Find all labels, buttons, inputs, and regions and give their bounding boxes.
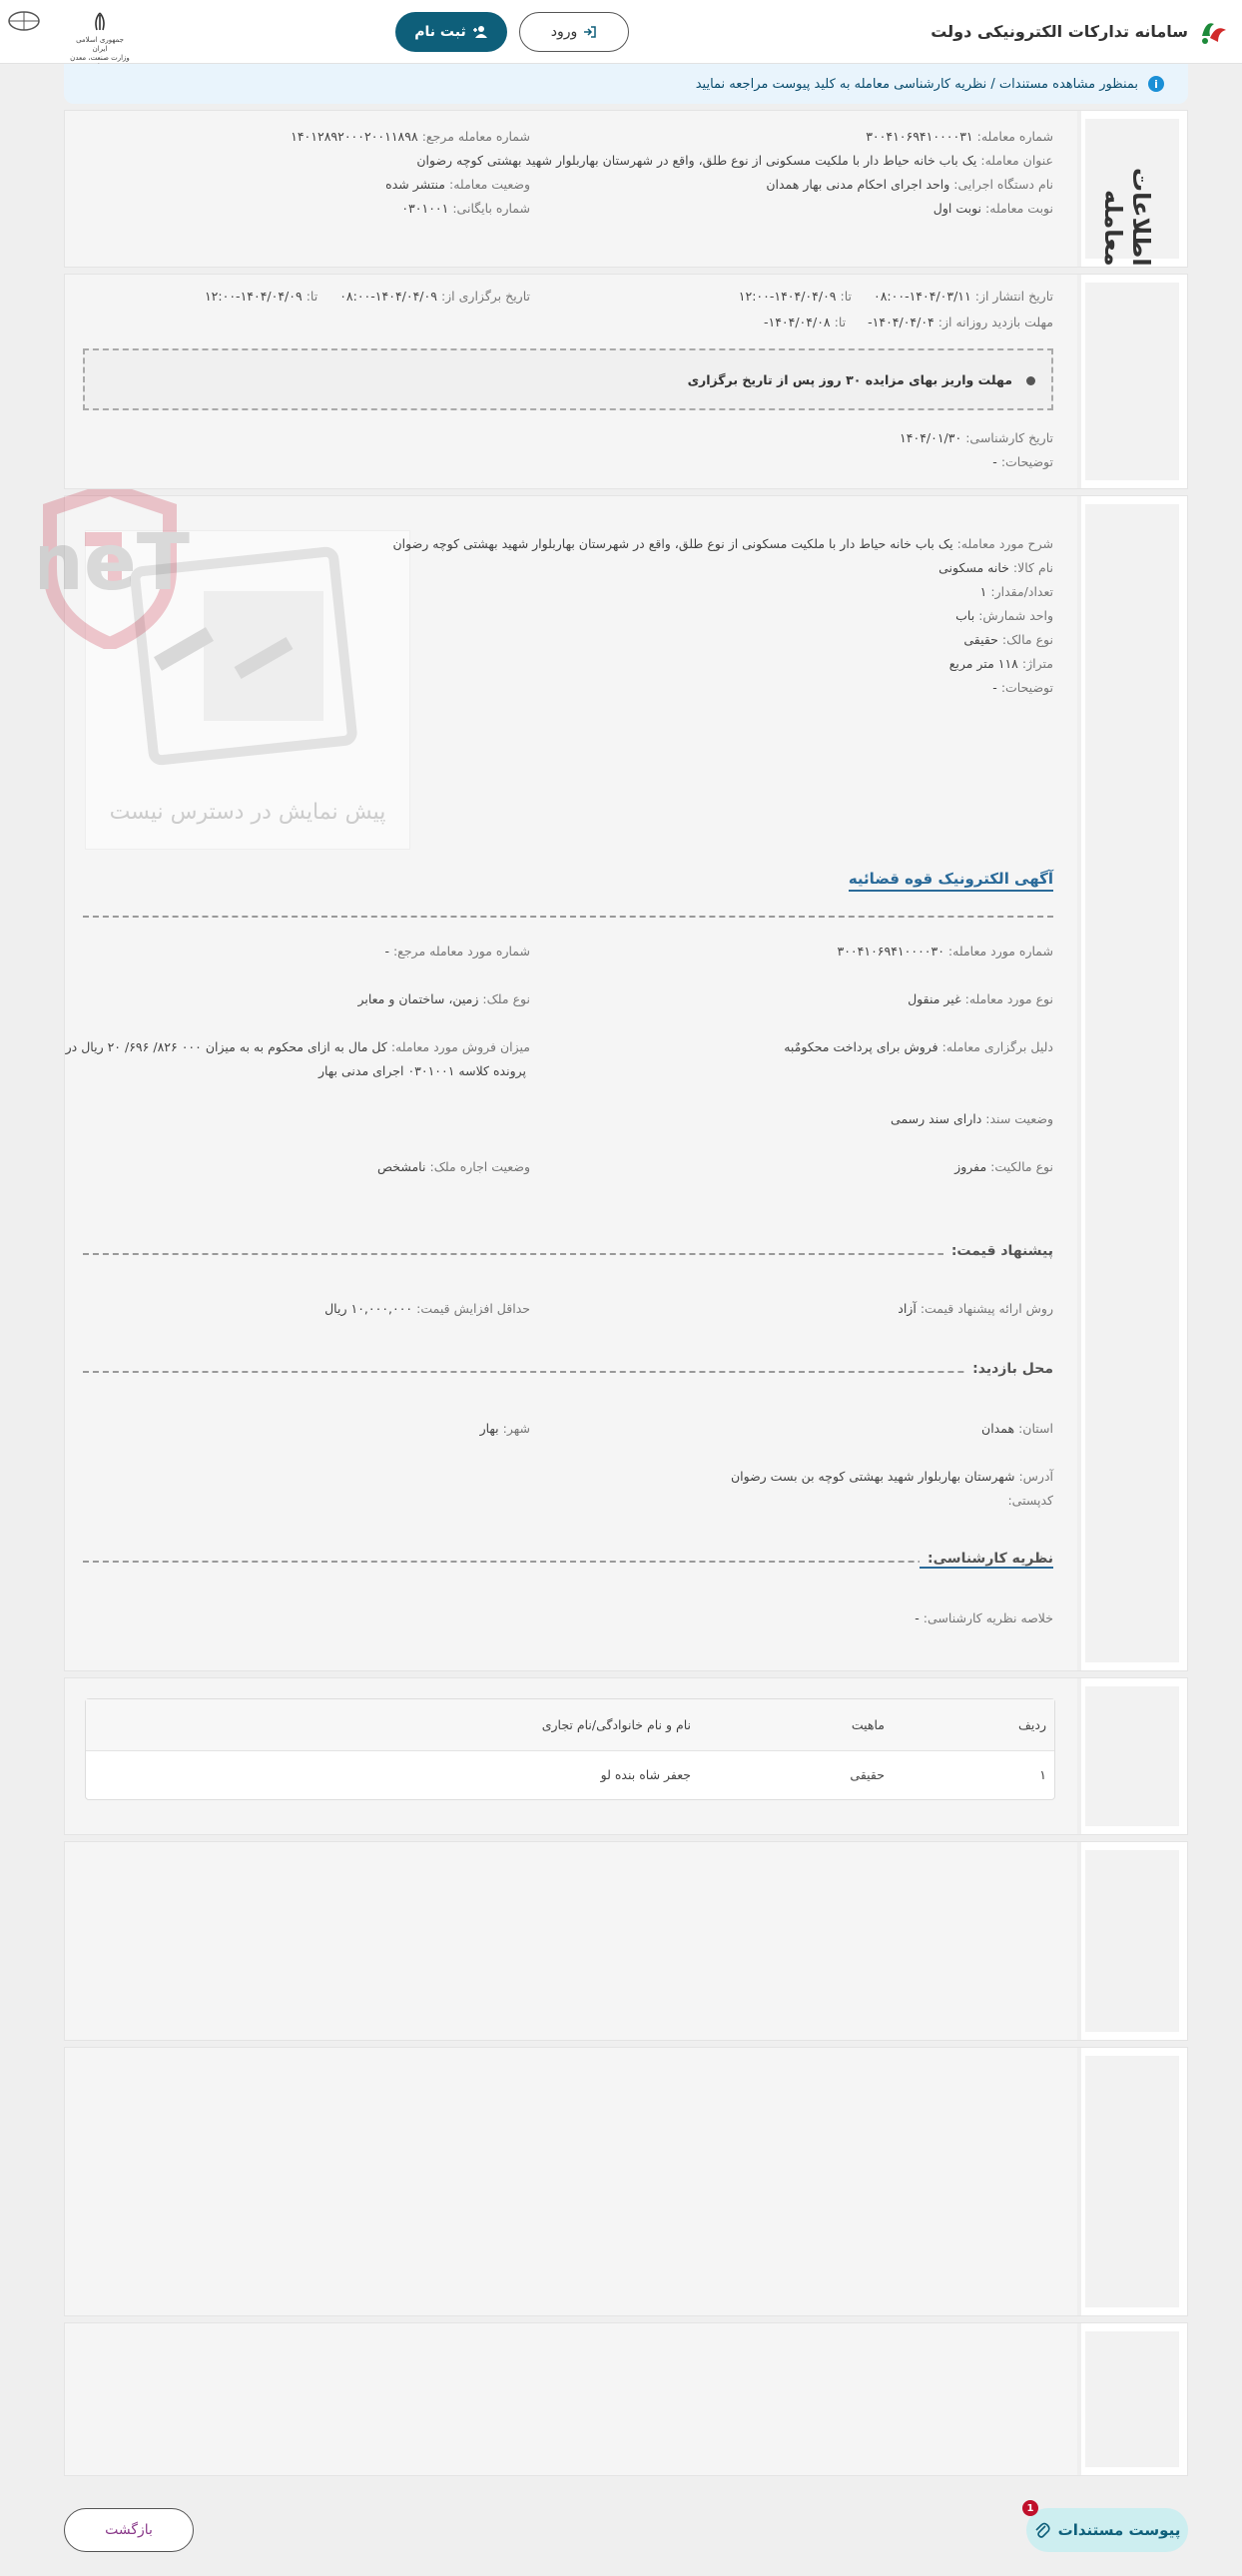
dates-description: توضیحات:- <box>992 454 1053 469</box>
bullet-icon <box>1026 376 1035 385</box>
top-header: سامانه تدارکات الکترونیکی دولت ثبت نام و… <box>0 0 1242 71</box>
ad-ownership: نوع مالکیت:مفروز <box>954 1159 1053 1174</box>
ad-title: آگهی الکترونیک قوه قضائیه <box>848 870 1053 892</box>
notice-text: بمنظور مشاهده مستندات / نظریه کارشناسی م… <box>695 76 1138 92</box>
ref-number: شماره معامله مرجع:۱۴۰۱۲۸۹۲۰۰۰۲۰۰۱۱۸۹۸ <box>291 129 530 144</box>
login-icon <box>584 26 597 38</box>
deposit-note-box: مهلت واریز بهای مزایده ۳۰ روز پس از تاری… <box>83 348 1053 410</box>
visit-title: محل بازدید: <box>964 1361 1053 1377</box>
col-header-type: ماهیت <box>851 1717 885 1732</box>
image-preview-placeholder: پیش نمایش در دسترس نیست <box>85 530 410 850</box>
ad-doc-status: وضعیت سند:دارای سند رسمی <box>891 1111 1053 1126</box>
expert-title: نظریه کارشناسی: <box>920 1551 1053 1569</box>
visit-dates: مهلت بازدید روزانه از:۱۴۰۴/۰۴/۰۴-تا:۱۴۰۴… <box>763 315 1053 329</box>
deal-info-section: اطلاعات معامله شماره معامله:۳۰۰۴۱۰۶۹۴۱۰۰… <box>64 110 1188 268</box>
item-description: شرح مورد معامله:یک باب خانه حیاط دار با … <box>392 536 1054 551</box>
login-button[interactable]: ورود <box>519 12 629 52</box>
ad-ref-item: شماره مورد معامله مرجع:- <box>384 944 530 959</box>
info-notice: i بمنظور مشاهده مستندات / نظریه کارشناسی… <box>64 64 1188 104</box>
item-section: پیش نمایش در دسترس نیست شرح مورد معامله:… <box>64 495 1188 1671</box>
visit-postal: کدپستی: <box>1007 1493 1053 1508</box>
visit-province: استان:همدان <box>981 1421 1053 1436</box>
cell-row-number: ۱ <box>1039 1767 1046 1782</box>
item-notes: توضیحات:- <box>992 680 1053 695</box>
col-header-row: ردیف <box>1017 1717 1046 1732</box>
item-quantity: تعداد/مقدار:۱ <box>979 584 1053 599</box>
no-preview-text: پیش نمایش در دسترس نیست <box>109 800 386 825</box>
info-icon: i <box>1148 76 1164 92</box>
brand[interactable]: سامانه تدارکات الکترونیکی دولت <box>931 14 1230 48</box>
item-area: متراژ:۱۱۸ متر مربع <box>948 656 1053 671</box>
empty-section-3 <box>64 2322 1188 2476</box>
deal-status: وضعیت معامله:منتشر شده <box>385 177 530 192</box>
ad-prop-type: نوع ملک:زمین، ساختمان و معابر <box>357 991 530 1006</box>
visit-address: آدرس:شهرستان بهاربلوار شهید بهشتی کوچه ب… <box>730 1469 1053 1484</box>
price-title: پیشنهاد قیمت: <box>942 1243 1053 1259</box>
ministry-logo: جمهوری اسلامی ایران وزارت صنعت، معدن و ت… <box>70 10 130 71</box>
paperclip-icon <box>1035 2522 1050 2538</box>
empty-section-2 <box>64 2047 1188 2316</box>
deal-title: عنوان معامله:یک باب خانه حیاط دار با ملک… <box>416 153 1053 168</box>
parties-section: ردیف ماهیت نام و نام خانوادگی/نام تجاری … <box>64 1677 1188 1835</box>
register-label: ثبت نام <box>414 24 466 40</box>
empty-section-1 <box>64 1841 1188 2041</box>
dates-section: تاریخ انتشار از:۱۴۰۴/۰۳/۱۱-۰۸:۰۰تا:۱۴۰۴/… <box>64 274 1188 489</box>
expert-summary: خلاصه نظریه کارشناسی:- <box>915 1610 1053 1625</box>
back-label: بازگشت <box>105 2522 153 2538</box>
login-label: ورود <box>550 24 578 40</box>
min-increase: حداقل افزایش قیمت:۱۰,۰۰۰,۰۰۰ ریال <box>324 1301 530 1316</box>
archive-number: شماره بایگانی:۰۳۰۱۰۰۱ <box>401 201 530 216</box>
attachments-button[interactable]: 1 پیوست مستندات <box>1022 2500 1188 2552</box>
col-header-name: نام و نام خانوادگی/نام تجاری <box>541 1717 691 1732</box>
owner-type: نوع مالک:حقیقی <box>963 632 1053 647</box>
back-button[interactable]: بازگشت <box>64 2508 194 2552</box>
ad-sale-amount-line2: پرونده کلاسه ۰۳۰۱۰۰۱ اجرای مدنی بهار <box>317 1063 526 1078</box>
visit-city: شهر:بهار <box>479 1421 530 1436</box>
cell-name: جعفر شاه بنده لو <box>600 1767 691 1782</box>
deposit-note: مهلت واریز بهای مزایده ۳۰ روز پس از تاری… <box>687 372 1012 387</box>
attachments-count-badge: 1 <box>1022 2500 1038 2516</box>
setad-logo-icon <box>1202 23 1226 44</box>
ad-reason: دلیل برگزاری معامله:فروش برای پرداخت محک… <box>784 1039 1053 1054</box>
add-user-icon <box>472 26 487 38</box>
goods-name: نام کالا:خانه مسکونی <box>938 560 1053 575</box>
attachments-label: پیوست مستندات <box>1057 2521 1181 2539</box>
expert-date: تاریخ کارشناسی:۱۴۰۴/۰۱/۳۰ <box>900 430 1053 445</box>
publish-dates: تاریخ انتشار از:۱۴۰۴/۰۳/۱۱-۰۸:۰۰تا:۱۴۰۴/… <box>738 289 1053 304</box>
table-header: ردیف ماهیت نام و نام خانوادگی/نام تجاری <box>86 1699 1054 1751</box>
register-button[interactable]: ثبت نام <box>395 12 507 52</box>
item-unit: واحد شمارش:باب <box>955 608 1053 623</box>
price-method: روش ارائه پیشنهاد قیمت:آزاد <box>898 1301 1053 1316</box>
deal-info-title: اطلاعات معامله <box>1099 168 1155 267</box>
ad-lease: وضعیت اجاره ملک:نامشخص <box>376 1159 530 1174</box>
parties-table: ردیف ماهیت نام و نام خانوادگی/نام تجاری … <box>85 1698 1055 1800</box>
deal-turn: نوبت معامله:نوبت اول <box>932 201 1053 216</box>
ad-sale-amount: میزان فروش مورد معامله:کل مال به ازای مح… <box>65 1039 530 1054</box>
ad-item-type: نوع مورد معامله:غیر منقول <box>908 991 1053 1006</box>
page: سامانه تدارکات الکترونیکی دولت ثبت نام و… <box>0 0 1242 2576</box>
cell-type: حقیقی <box>850 1767 885 1782</box>
iran-emblem-icon <box>95 12 105 31</box>
gavel-placeholder-icon <box>130 546 357 766</box>
holding-dates: تاریخ برگزاری از:۱۴۰۴/۰۴/۰۹-۰۸:۰۰تا:۱۴۰۴… <box>204 289 530 304</box>
deal-number: شماره معامله:۳۰۰۴۱۰۶۹۴۱۰۰۰۰۳۱ <box>866 129 1053 144</box>
ad-item-number: شماره مورد معامله:۳۰۰۴۱۰۶۹۴۱۰۰۰۰۳۰ <box>837 944 1054 959</box>
secondary-logo <box>4 10 44 54</box>
executor: نام دستگاه اجرایی:واحد اجرای احکام مدنی … <box>766 177 1053 192</box>
brand-title: سامانه تدارکات الکترونیکی دولت <box>931 21 1188 41</box>
globe-logo-icon <box>8 11 40 31</box>
